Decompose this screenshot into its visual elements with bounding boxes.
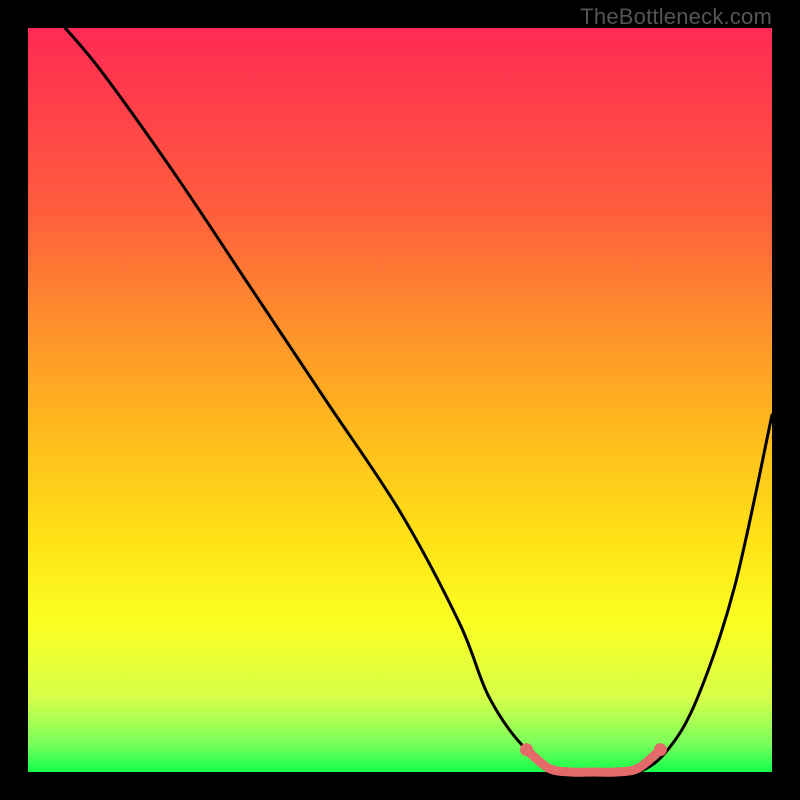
chart-svg: [28, 28, 772, 772]
marker-dot: [520, 743, 533, 756]
chart-frame: TheBottleneck.com: [0, 0, 800, 800]
marker-dot: [654, 743, 667, 756]
watermark-text: TheBottleneck.com: [580, 4, 772, 30]
plot-area: [28, 28, 772, 772]
marker-segment-path: [526, 750, 660, 773]
marker-dots: [520, 743, 667, 756]
bottleneck-curve-path: [65, 28, 772, 774]
